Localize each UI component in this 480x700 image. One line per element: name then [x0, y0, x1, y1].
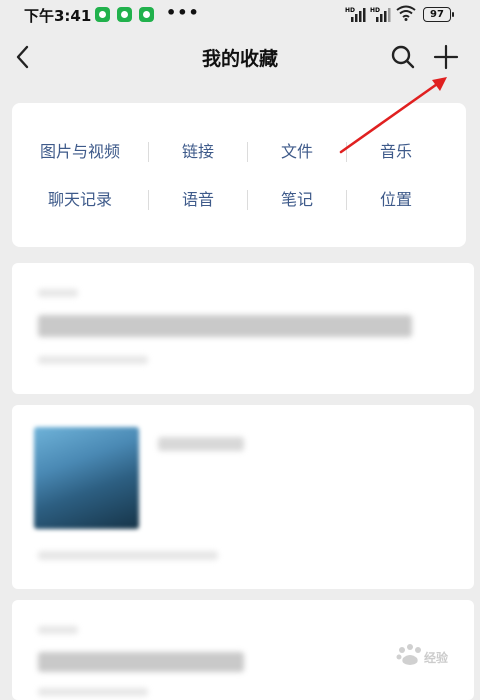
category-links[interactable]: 链接 [149, 137, 247, 167]
category-filter-card: 图片与视频 链接 文件 音乐 聊天记录 语音 笔记 位置 [12, 103, 466, 247]
blurred-title [158, 437, 244, 451]
category-row: 聊天记录 语音 笔记 位置 [12, 185, 466, 215]
app-notification-icon [95, 7, 110, 22]
category-row: 图片与视频 链接 文件 音乐 [12, 137, 466, 167]
signal-icon: HD [370, 7, 391, 22]
more-notifications-indicator: ••• [166, 3, 200, 22]
blurred-thumbnail-image [34, 427, 139, 529]
favorite-item-card[interactable] [12, 263, 474, 394]
svg-text:经验: 经验 [424, 650, 449, 665]
status-time: 下午3:41 [24, 7, 92, 25]
wifi-icon [396, 5, 416, 21]
category-images-videos[interactable]: 图片与视频 [12, 137, 148, 167]
category-files[interactable]: 文件 [248, 137, 346, 167]
category-chat-history[interactable]: 聊天记录 [12, 185, 148, 215]
blurred-meta [38, 356, 148, 364]
category-music[interactable]: 音乐 [347, 137, 445, 167]
signal-icon: HD [345, 7, 366, 22]
app-notification-icon [139, 7, 154, 22]
plus-icon[interactable] [432, 43, 460, 71]
blurred-source [38, 289, 78, 297]
search-icon[interactable] [389, 43, 417, 71]
favorite-item-card[interactable] [12, 405, 474, 589]
category-notes[interactable]: 笔记 [248, 185, 346, 215]
svg-text:HD: HD [345, 7, 355, 14]
svg-text:HD: HD [370, 7, 380, 14]
battery-indicator: 97 [423, 7, 454, 22]
status-bar: 下午3:41 ••• HD HD 97 [0, 0, 480, 30]
category-voice[interactable]: 语音 [149, 185, 247, 215]
blurred-text [38, 652, 244, 672]
app-notification-icon [117, 7, 132, 22]
blurred-meta [38, 551, 218, 560]
blurred-text [38, 315, 412, 337]
blurred-source [38, 626, 78, 634]
nav-bar: 我的收藏 [0, 32, 480, 82]
baidu-jingyan-watermark: 经验 [396, 644, 449, 665]
category-location[interactable]: 位置 [347, 185, 445, 215]
